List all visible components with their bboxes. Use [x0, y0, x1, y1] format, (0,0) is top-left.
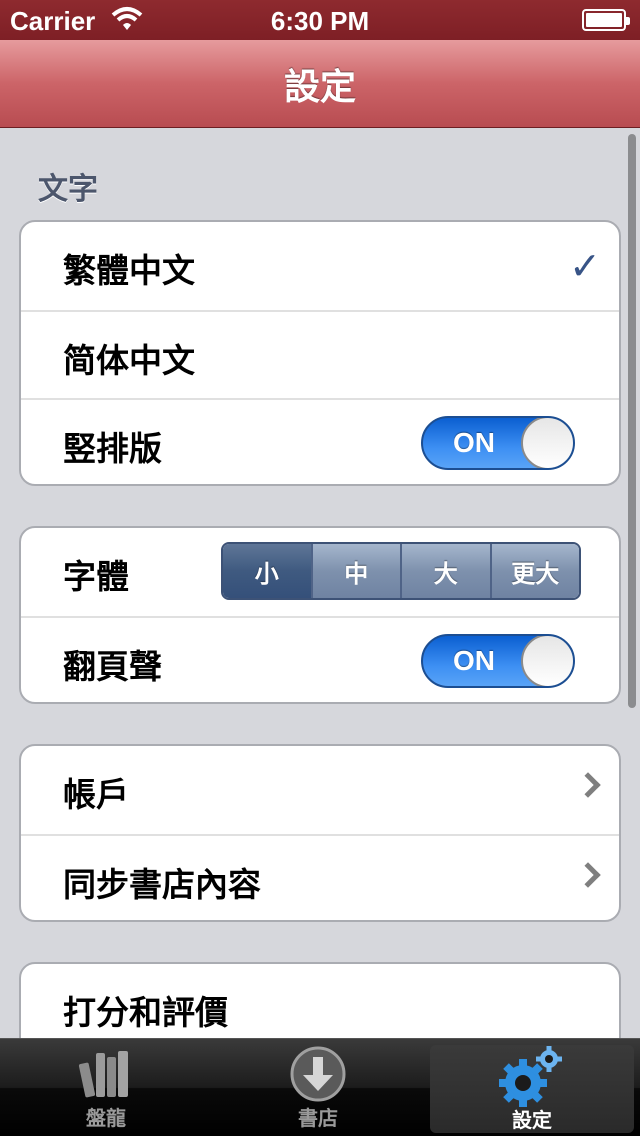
font-size-segmented-control[interactable]: 小 中 大 更大 — [221, 542, 581, 600]
row-vertical-layout: 竪排版 ON — [21, 398, 619, 484]
account-label: 帳戶 — [63, 775, 129, 814]
vertical-layout-toggle[interactable]: ON — [421, 416, 575, 470]
toggle-on-text: ON — [453, 427, 495, 458]
scrollbar[interactable] — [628, 134, 636, 708]
traditional-chinese-label: 繁體中文 — [63, 251, 195, 290]
account-group: 帳戶 同步書店內容 — [19, 744, 621, 922]
segment-large[interactable]: 大 — [400, 544, 490, 598]
chevron-right-icon — [575, 862, 601, 888]
section-header-text: 文字 — [38, 172, 98, 207]
gear-icon — [497, 1045, 567, 1113]
sync-store-label: 同步書店內容 — [63, 865, 261, 904]
display-group: 字體 小 中 大 更大 翻頁聲 ON — [19, 526, 621, 704]
checkmark-icon: ✓ — [569, 244, 601, 288]
toggle-knob — [521, 418, 573, 468]
segment-extra-large[interactable]: 更大 — [489, 544, 579, 598]
page-title: 設定 — [283, 67, 356, 108]
page-turn-sound-toggle[interactable]: ON — [421, 634, 575, 688]
row-simplified-chinese[interactable]: 简体中文 — [21, 310, 619, 398]
tab-settings-label: 設定 — [511, 1108, 552, 1132]
battery-icon — [582, 9, 630, 31]
status-bar: Carrier 6:30 PM — [0, 0, 640, 40]
font-size-label: 字體 — [63, 557, 129, 596]
tab-settings[interactable]: 設定 — [429, 1045, 634, 1133]
language-group: 繁體中文 ✓ 简体中文 竪排版 ON — [19, 220, 621, 486]
clock: 6:30 PM — [270, 6, 370, 36]
tab-store-label: 書店 — [297, 1106, 338, 1130]
chevron-right-icon — [575, 772, 601, 798]
simplified-chinese-label: 简体中文 — [63, 341, 195, 380]
rating-group: 打分和評價 — [19, 962, 621, 1038]
tab-store[interactable]: 書店 — [212, 1039, 424, 1136]
toggle-knob — [521, 636, 573, 686]
row-page-turn-sound: 翻頁聲 ON — [21, 616, 619, 702]
vertical-layout-label: 竪排版 — [63, 429, 162, 468]
row-sync-store[interactable]: 同步書店內容 — [21, 834, 619, 920]
tab-bookshelf[interactable]: 盤龍 — [0, 1039, 212, 1136]
page-turn-sound-label: 翻頁聲 — [63, 647, 162, 686]
tab-bookshelf-label: 盤龍 — [85, 1106, 126, 1130]
download-icon — [288, 1045, 348, 1109]
settings-list[interactable]: 文字 繁體中文 ✓ 简体中文 竪排版 ON 字體 小 中 大 更大 翻頁聲 ON… — [0, 128, 640, 1038]
row-traditional-chinese[interactable]: 繁體中文 ✓ — [21, 222, 619, 310]
row-account[interactable]: 帳戶 — [21, 746, 619, 834]
books-icon — [76, 1045, 136, 1105]
navigation-bar: 設定 — [0, 40, 640, 128]
segment-small[interactable]: 小 — [223, 544, 311, 598]
row-rate-review[interactable]: 打分和評價 — [21, 964, 619, 1038]
segment-medium[interactable]: 中 — [310, 544, 400, 598]
toggle-on-text: ON — [453, 645, 495, 676]
row-font-size: 字體 小 中 大 更大 — [21, 528, 619, 616]
tab-bar: 盤龍 書店 設定 — [0, 1038, 640, 1136]
rate-review-label: 打分和評價 — [63, 993, 228, 1032]
